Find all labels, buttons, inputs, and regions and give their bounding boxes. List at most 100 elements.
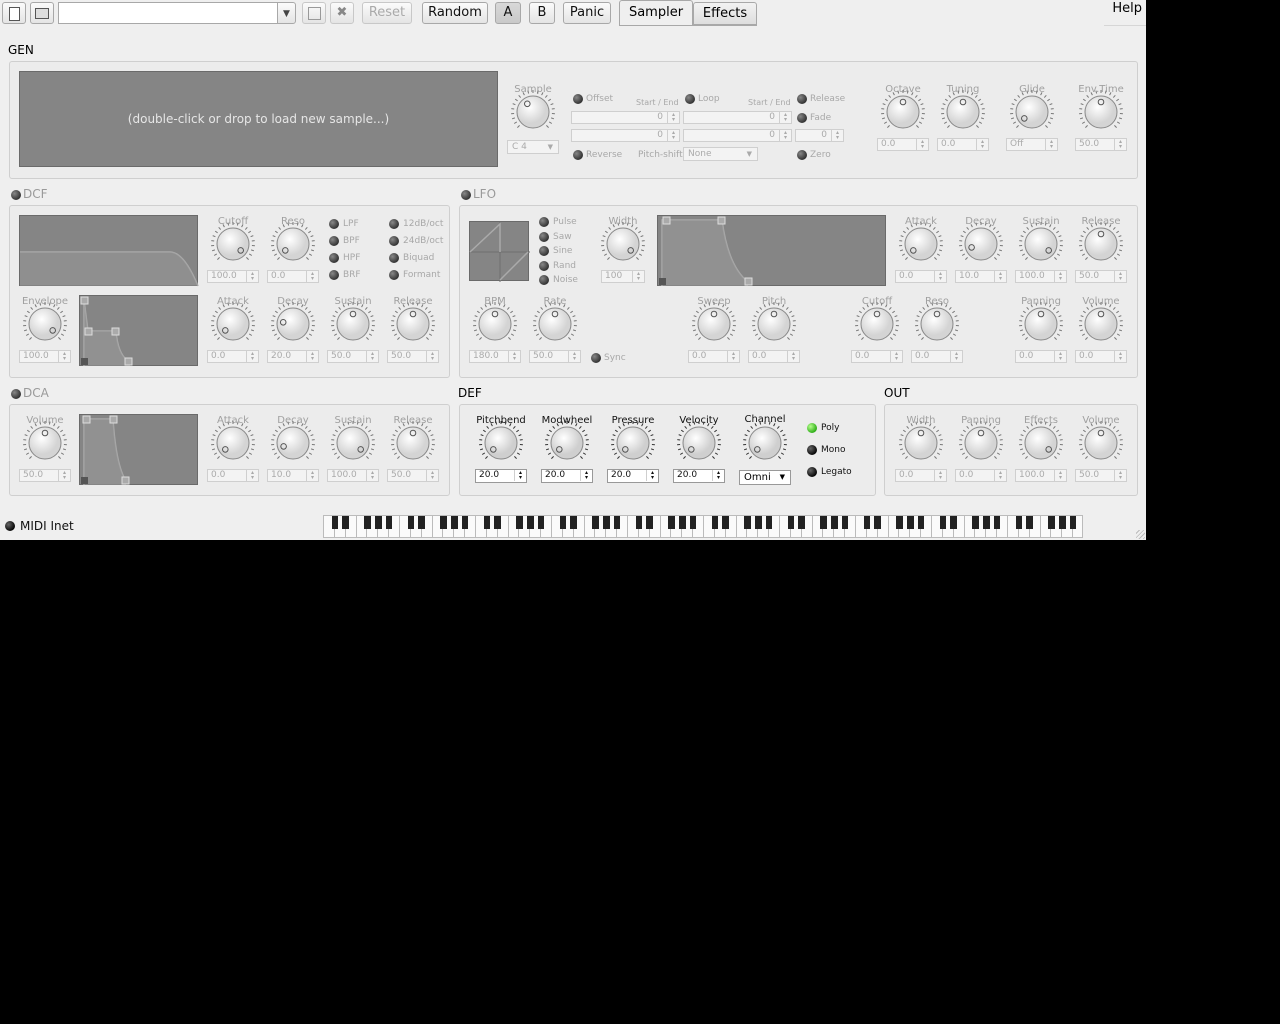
dca-decay-spinbox[interactable]: 10.0 ▴ ▾	[267, 469, 319, 482]
slope-12db-led[interactable]	[389, 219, 399, 229]
lfo-decay-knob[interactable]	[959, 222, 1003, 266]
sine-led[interactable]	[539, 246, 549, 256]
black-key[interactable]	[646, 516, 653, 529]
tab-sampler[interactable]: Sampler	[619, 0, 693, 26]
dca-volume-knob[interactable]	[23, 421, 67, 465]
black-key[interactable]	[831, 516, 838, 529]
zero-led[interactable]	[797, 150, 807, 160]
cutoff-spinbox[interactable]: 100.0 ▴ ▾	[207, 270, 259, 283]
lfo-decay-spinbox[interactable]: 10.0 ▴ ▾	[955, 270, 1007, 283]
black-key[interactable]	[907, 516, 914, 529]
dcf-release-knob[interactable]	[391, 302, 435, 346]
lfo-bpm-knob[interactable]	[473, 302, 517, 346]
def-pitchbend-knob[interactable]	[479, 421, 523, 465]
brf-led[interactable]	[329, 270, 339, 280]
lfo-sweep-spinbox[interactable]: 0.0 ▴ ▾	[688, 350, 740, 363]
dca-envelope-display[interactable]	[79, 414, 198, 485]
out-effects-knob[interactable]	[1019, 421, 1063, 465]
dcf-sustain-spinbox[interactable]: 50.0 ▴ ▾	[327, 350, 379, 363]
gen-glide-knob[interactable]	[1010, 90, 1054, 134]
black-key[interactable]	[407, 516, 415, 529]
tab-effects[interactable]: Effects	[693, 2, 757, 25]
bpf-led[interactable]	[329, 236, 339, 246]
lfo-cutoff-spinbox[interactable]: 0.0 ▴ ▾	[851, 350, 903, 363]
a-button[interactable]: A	[495, 2, 521, 24]
black-key[interactable]	[798, 516, 805, 529]
def-modwheel-knob[interactable]	[545, 421, 589, 465]
black-key[interactable]	[1048, 516, 1055, 529]
black-key[interactable]	[516, 516, 523, 529]
lfo-bpm-spinbox[interactable]: 180.0 ▴ ▾	[469, 350, 521, 363]
offset-led[interactable]	[573, 94, 583, 104]
gen-glide-spinbox[interactable]: Off ▴ ▾	[1006, 138, 1058, 151]
noise-led[interactable]	[539, 275, 549, 285]
hpf-led[interactable]	[329, 253, 339, 263]
gen-envtime-knob[interactable]	[1079, 90, 1123, 134]
black-key[interactable]	[559, 516, 567, 529]
def-pressure-spinbox[interactable]: 20.0 ▴ ▾	[607, 469, 659, 483]
black-key[interactable]	[744, 516, 751, 529]
dcf-attack-spinbox[interactable]: 0.0 ▴ ▾	[207, 350, 259, 363]
out-panning-knob[interactable]	[959, 421, 1003, 465]
black-key[interactable]	[679, 516, 686, 529]
def-velocity-knob[interactable]	[677, 421, 721, 465]
lfo-cutoff-knob[interactable]	[855, 302, 899, 346]
black-key[interactable]	[917, 516, 925, 529]
cutoff-knob[interactable]	[211, 222, 255, 266]
dca-attack-spinbox[interactable]: 0.0 ▴ ▾	[207, 469, 259, 482]
black-key[interactable]	[461, 516, 469, 529]
dca-volume-spinbox[interactable]: 50.0 ▴ ▾	[19, 469, 71, 482]
black-key[interactable]	[874, 516, 881, 529]
open-preset-button[interactable]	[30, 2, 54, 24]
black-key[interactable]	[896, 516, 903, 529]
gen-tuning-knob[interactable]	[941, 90, 985, 134]
black-key[interactable]	[765, 516, 773, 529]
channel-knob[interactable]	[743, 421, 787, 465]
lfo-width-spinbox[interactable]: 100 ▴ ▾	[601, 270, 645, 283]
lpf-led[interactable]	[329, 219, 339, 229]
formant-led[interactable]	[389, 270, 399, 280]
black-key[interactable]	[570, 516, 577, 529]
lfo-sustain-knob[interactable]	[1019, 222, 1063, 266]
lfo-enable-led[interactable]	[461, 190, 471, 200]
mono-led[interactable]	[807, 445, 817, 455]
black-key[interactable]	[635, 516, 643, 529]
out-volume-knob[interactable]	[1079, 421, 1123, 465]
def-velocity-spinbox[interactable]: 20.0 ▴ ▾	[673, 469, 725, 483]
out-panning-spinbox[interactable]: 0.0 ▴ ▾	[955, 469, 1007, 482]
dcf-enable-led[interactable]	[11, 190, 21, 200]
black-key[interactable]	[483, 516, 491, 529]
lfo-release-knob[interactable]	[1079, 222, 1123, 266]
lfo-reso-knob[interactable]	[915, 302, 959, 346]
fade-spin[interactable]: 0 ▴ ▾	[795, 129, 844, 142]
rand-led[interactable]	[539, 261, 549, 271]
black-key[interactable]	[451, 516, 458, 529]
offset-start-spin[interactable]: 0 ▴ ▾	[571, 111, 680, 124]
def-pressure-knob[interactable]	[611, 421, 655, 465]
fade-led[interactable]	[797, 113, 807, 123]
lfo-attack-spinbox[interactable]: 0.0 ▴ ▾	[895, 270, 947, 283]
biquad-led[interactable]	[389, 253, 399, 263]
loop-end-spin[interactable]: 0 ▴ ▾	[683, 129, 792, 142]
dca-release-spinbox[interactable]: 50.0 ▴ ▾	[387, 469, 439, 482]
piano-keyboard[interactable]	[323, 515, 1083, 538]
dca-enable-led[interactable]	[11, 389, 21, 399]
black-key[interactable]	[375, 516, 382, 529]
black-key[interactable]	[331, 516, 339, 529]
sample-drop-area[interactable]: (double-click or drop to load new sample…	[19, 71, 498, 167]
reso-knob[interactable]	[271, 222, 315, 266]
black-key[interactable]	[1015, 516, 1023, 529]
black-key[interactable]	[939, 516, 947, 529]
help-menu[interactable]: Help	[1104, 0, 1146, 26]
dcf-decay-spinbox[interactable]: 20.0 ▴ ▾	[267, 350, 319, 363]
lfo-rate-knob[interactable]	[533, 302, 577, 346]
reso-spinbox[interactable]: 0.0 ▴ ▾	[267, 270, 319, 283]
black-key[interactable]	[993, 516, 1001, 529]
dca-attack-knob[interactable]	[211, 421, 255, 465]
panic-button[interactable]: Panic	[563, 2, 611, 24]
black-key[interactable]	[820, 516, 827, 529]
black-key[interactable]	[494, 516, 501, 529]
lfo-pitch-spinbox[interactable]: 0.0 ▴ ▾	[748, 350, 800, 363]
dcf-attack-knob[interactable]	[211, 302, 255, 346]
def-pitchbend-spinbox[interactable]: 20.0 ▴ ▾	[475, 469, 527, 483]
